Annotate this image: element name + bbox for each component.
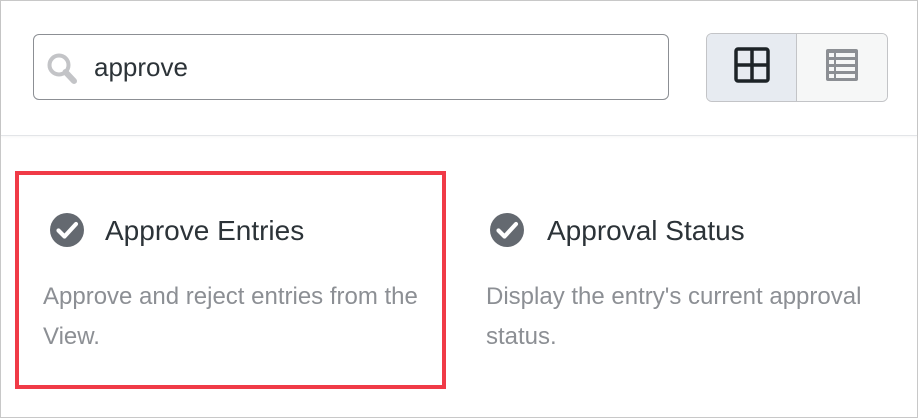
search-toolbar bbox=[1, 1, 917, 136]
search-icon bbox=[46, 53, 78, 85]
search-field[interactable] bbox=[33, 34, 669, 100]
list-view-button[interactable] bbox=[797, 34, 887, 101]
view-toggle bbox=[706, 33, 888, 102]
result-card-approve-entries[interactable]: Approve Entries Approve and reject entri… bbox=[15, 171, 446, 389]
widget-picker-panel: Approve Entries Approve and reject entri… bbox=[0, 0, 918, 418]
card-title: Approval Status bbox=[547, 215, 745, 246]
card-description: Approve and reject entries from the View… bbox=[43, 283, 418, 350]
check-circle-icon bbox=[489, 212, 525, 248]
search-input[interactable] bbox=[94, 43, 654, 91]
grid-view-icon bbox=[733, 47, 770, 88]
check-circle-icon bbox=[49, 212, 85, 248]
card-title: Approve Entries bbox=[105, 215, 305, 246]
grid-view-button[interactable] bbox=[707, 34, 797, 101]
list-view-icon bbox=[824, 47, 860, 88]
result-card-approval-status[interactable]: Approval Status Display the entry's curr… bbox=[459, 171, 879, 381]
card-description: Display the entry's current approval sta… bbox=[486, 283, 862, 350]
